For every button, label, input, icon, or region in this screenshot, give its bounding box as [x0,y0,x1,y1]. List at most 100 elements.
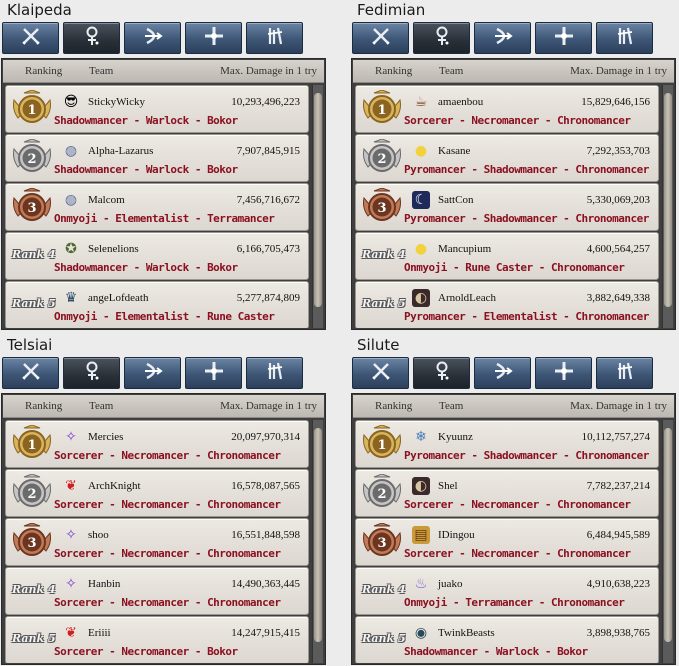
team-classes: Shadowmancer - Warlock - Bokor [54,114,238,127]
rank-label: Rank 4 [12,248,56,261]
ranking-board: Ranking Team Max. Damage in 1 try 1 😎 St… [1,58,326,330]
team-classes: Shadowmancer - Warlock - Bokor [404,645,588,658]
ranking-row[interactable]: 1 ☕ amaenbou 15,829,646,156 Sorcerer - N… [355,85,659,133]
tab-bow[interactable] [474,357,531,389]
tab-swords[interactable] [352,357,409,389]
ranking-row[interactable]: 1 ✧ Mercies 20,097,970,314 Sorcerer - Ne… [5,420,309,468]
scout-icon [614,25,636,52]
header-ranking: Ranking [25,400,63,412]
ranking-row[interactable]: 2 ● Kasane 7,292,353,703 Pyromancer - Sh… [355,134,659,182]
ranking-row[interactable]: Rank 5 ◉ TwinkBeasts 3,898,938,765 Shadow… [355,616,659,663]
tab-cross[interactable] [535,357,592,389]
tab-scout[interactable] [596,357,653,389]
scrollbar-thumb[interactable] [314,428,322,642]
rank-label: Rank 4 [12,583,56,596]
tab-bow[interactable] [124,22,181,54]
damage-value: 6,484,945,589 [586,529,650,541]
team-classes: Pyromancer - Shadowmancer - Chronomancer [404,449,649,462]
damage-value: 7,456,716,672 [236,194,300,206]
player-name: Mancupium [438,243,492,255]
scrollbar[interactable] [662,420,673,663]
ranking-row[interactable]: 3 ☾ SattCon 5,330,069,203 Pyromancer - S… [355,183,659,231]
team-classes: Pyromancer - Elementalist - Chronomancer [404,310,649,323]
tab-cross[interactable] [185,22,242,54]
wizard-icon [81,360,103,387]
ranking-row[interactable]: Rank 4 ✪ Selenelions 6,166,705,473 Shadow… [5,232,309,280]
scout-icon [614,360,636,387]
ranking-row[interactable]: 1 ❄ Kyuunz 10,112,757,274 Pyromancer - S… [355,420,659,468]
svg-text:1: 1 [27,438,36,453]
ranking-header: Ranking Team Max. Damage in 1 try [353,395,674,418]
tab-swords[interactable] [2,22,59,54]
player-name: angeLofdeath [88,292,149,304]
tab-wizard[interactable] [63,22,120,54]
tab-scout[interactable] [596,22,653,54]
damage-value: 4,910,638,223 [586,578,650,590]
svg-text:3: 3 [27,201,36,216]
tab-cross[interactable] [535,22,592,54]
bow-icon [142,25,164,52]
header-team: Team [89,400,114,412]
ranking-row[interactable]: 3 ▤ IDingou 6,484,945,589 Sorcerer - Nec… [355,518,659,566]
ranking-row[interactable]: 1 😎 StickyWicky 10,293,496,223 Shadowman… [5,85,309,133]
ranking-row[interactable]: 3 ◍ Malcom 7,456,716,672 Onmyoji - Eleme… [5,183,309,231]
tab-swords[interactable] [352,22,409,54]
damage-value: 20,097,970,314 [231,431,300,443]
header-team: Team [89,65,114,77]
tab-scout[interactable] [246,357,303,389]
header-ranking: Ranking [375,65,413,77]
tab-wizard[interactable] [413,22,470,54]
ranking-row[interactable]: 2 ❦ ArchKnight 16,578,087,565 Sorcerer -… [5,469,309,517]
scrollbar[interactable] [662,85,673,328]
tab-bow[interactable] [124,357,181,389]
scrollbar[interactable] [312,85,323,328]
ranking-row[interactable]: Rank 5 ◐ ArnoldLeach 3,882,649,338 Pyroma… [355,281,659,328]
emblem-icon: ✪ [65,241,77,257]
rank-label: Rank 5 [362,632,406,645]
damage-value: 3,898,938,765 [586,627,650,639]
player-name: Hanbin [88,578,121,590]
ranking-row[interactable]: Rank 4 ● Mancupium 4,600,564,257 Onmyoji … [355,232,659,280]
ranking-row[interactable]: 3 ✧ shoo 16,551,848,598 Sorcerer - Necro… [5,518,309,566]
ranking-row[interactable]: Rank 5 ❦ Eriiii 14,247,915,415 Sorcerer -… [5,616,309,663]
damage-value: 15,829,646,156 [581,96,650,108]
portrait-icon: ◐ [412,289,430,307]
tab-wizard[interactable] [63,357,120,389]
team-classes: Sorcerer - Necromancer - Bokor [54,645,238,658]
header-ranking: Ranking [25,65,63,77]
sprite-icon: ✧ [65,527,77,543]
team-classes: Pyromancer - Shadowmancer - Chronomancer [404,212,649,225]
rank-medal-icon: 1 [360,89,404,128]
cross-icon [553,25,575,52]
tab-wizard[interactable] [413,357,470,389]
header-team: Team [439,65,464,77]
class-tabs [2,357,324,390]
ranking-list: 1 😎 StickyWicky 10,293,496,223 Shadowman… [3,85,309,328]
tab-swords[interactable] [2,357,59,389]
player-name: StickyWicky [88,96,145,108]
chick-icon: ● [414,143,428,159]
scrollbar-thumb[interactable] [664,428,672,642]
ranking-row[interactable]: Rank 5 ♛ angeLofdeath 5,277,874,809 Onmyo… [5,281,309,328]
tab-scout[interactable] [246,22,303,54]
scrollbar-thumb[interactable] [314,93,322,307]
ranking-row[interactable]: Rank 4 ♨ juako 4,910,638,223 Onmyoji - Te… [355,567,659,615]
player-name: ArchKnight [88,480,141,492]
ranking-row[interactable]: Rank 4 ✧ Hanbin 14,490,363,445 Sorcerer -… [5,567,309,615]
scrollbar-thumb[interactable] [664,93,672,307]
ranking-row[interactable]: 2 ◐ Shel 7,782,237,214 Sorcerer - Necrom… [355,469,659,517]
tab-bow[interactable] [474,22,531,54]
phoenix-icon: ❦ [65,625,77,641]
rank-medal-icon: 3 [10,522,54,561]
wizard-icon [431,360,453,387]
header-ranking: Ranking [375,400,413,412]
player-name: Malcom [88,194,125,206]
tab-cross[interactable] [185,357,242,389]
ranking-row[interactable]: 2 ◍ Alpha-Lazarus 7,907,845,915 Shadowma… [5,134,309,182]
scrollbar[interactable] [312,420,323,663]
cross-icon [203,360,225,387]
rank-label: Rank 4 [362,248,406,261]
class-tabs [352,357,674,390]
header-team: Team [439,400,464,412]
player-name: Shel [438,480,458,492]
